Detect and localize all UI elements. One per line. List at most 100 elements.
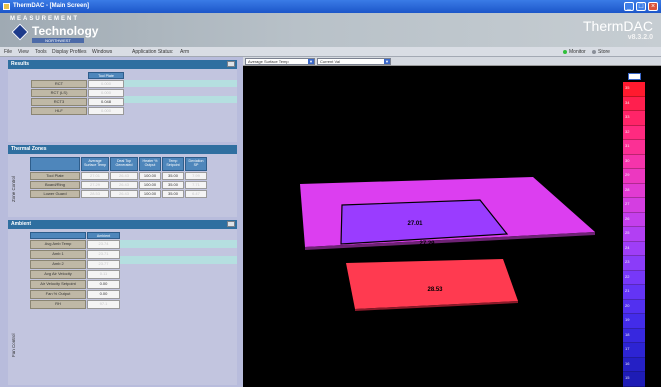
thermal-cell[interactable]: 35.00 <box>162 172 184 180</box>
legend-tick-label: 17 <box>625 346 630 352</box>
window-title: ThermDAC - [Main Screen] <box>13 3 90 9</box>
thermal-cell[interactable]: 35.00 <box>162 181 184 189</box>
results-band <box>124 80 237 87</box>
ambient-row-label: Avg Air Velocity <box>30 270 86 279</box>
ambient-corner-header <box>30 232 86 239</box>
app-status-label: Application Status: <box>132 49 174 55</box>
ambient-row-value: 23.74 <box>87 240 120 249</box>
ambient-band <box>120 256 237 264</box>
close-button[interactable]: × <box>648 2 658 11</box>
board-ring-temp-label: 27.29 <box>419 241 435 247</box>
legend-tick-label: 20 <box>625 302 630 308</box>
legend-tick-label: 33 <box>625 114 630 120</box>
ambient-column-header: Ambient <box>87 232 120 239</box>
thermal-row-label: Tool Plate <box>30 172 80 180</box>
thermal-cell: 26.43 <box>110 181 138 189</box>
legend-tick-label: 25 <box>625 230 630 236</box>
thermal-cell[interactable]: 100.00 <box>139 190 161 198</box>
legend-swatch: 34 <box>623 96 645 112</box>
legend-tick-label: 21 <box>625 288 630 294</box>
legend-tick-label: 34 <box>625 99 630 105</box>
menu-item-file[interactable]: File <box>4 49 12 55</box>
thermal-cell[interactable]: 100.00 <box>139 172 161 180</box>
menu-item-tools[interactable]: Tools <box>35 49 47 55</box>
logo-top-text: MEASUREMENT <box>10 16 80 22</box>
thermal-cell: 6.47 <box>185 190 207 198</box>
plate-scene: 27.01 27.29 28.53 <box>300 177 595 311</box>
lower-guard-plate <box>346 259 518 309</box>
logo-name: Technology <box>32 24 99 38</box>
value-mode-select[interactable]: Current Val ▼ <box>317 58 391 65</box>
menu-item-display-profiles[interactable]: Display Profiles <box>52 49 86 55</box>
legend-swatch: 26 <box>623 212 645 228</box>
zone-control-label: Zone Control <box>11 175 16 202</box>
monitor-toggle[interactable]: Monitor <box>569 49 586 55</box>
results-row-label: HLF <box>31 107 87 115</box>
results-header: Results <box>8 60 237 69</box>
thermal-cell: 7.99 <box>185 172 207 180</box>
results-row-value: 0.000 <box>88 107 124 115</box>
legend-tick-label: 18 <box>625 331 630 337</box>
legend-settings-box[interactable] <box>628 73 641 80</box>
air-velocity-setpoint-field[interactable]: 0.00 <box>87 280 120 289</box>
ambient-section: Ambient Fan Control Ambient Avg Amb Temp… <box>8 220 237 385</box>
legend-tick-label: 29 <box>625 172 630 178</box>
thermal-zones-body: Zone Control Average Surface Temp Deal T… <box>8 154 237 217</box>
legend-swatch: 20 <box>623 299 645 315</box>
legend-swatch: 21 <box>623 285 645 300</box>
fan-output-field[interactable]: 0.00 <box>87 290 120 299</box>
left-panel: Results Tool Plate RCT 0.000 RCT (LS) 0.… <box>0 57 243 387</box>
legend-swatch: 35 <box>623 82 645 97</box>
legend-tick-label: 32 <box>625 128 630 134</box>
thermal-row-label: Lower Guard <box>30 190 80 198</box>
thermal-cell[interactable]: 35.00 <box>162 190 184 198</box>
value-mode-value: Current Val <box>320 59 340 64</box>
legend-swatch: 33 <box>623 111 645 126</box>
menu-item-windows[interactable]: Windows <box>92 49 112 55</box>
display-variable-select[interactable]: Average Surface Temp ▼ <box>245 58 315 65</box>
thermal-cell[interactable]: 100.00 <box>139 181 161 189</box>
chevron-down-icon: ▼ <box>308 59 314 64</box>
ambient-pin-icon[interactable] <box>227 221 235 227</box>
legend-tick-label: 27 <box>625 201 630 207</box>
thermal-column-header: Heater % Output <box>139 157 161 171</box>
thermal-column-header: Temp Setpoint <box>162 157 184 171</box>
app-icon <box>3 3 10 10</box>
results-column-header: Tool Plate <box>88 72 124 79</box>
menu-item-view[interactable]: View <box>18 49 29 55</box>
maximize-button[interactable]: □ <box>636 2 646 11</box>
store-toggle[interactable]: Store <box>598 49 610 55</box>
results-band <box>124 96 237 103</box>
chevron-down-icon: ▼ <box>384 59 390 64</box>
legend-tick-label: 16 <box>625 360 630 366</box>
product-brand: ThermDAC v8.3.2.0 <box>583 18 653 41</box>
results-section: Results Tool Plate RCT 0.000 RCT (LS) 0.… <box>8 60 237 142</box>
company-logo: MEASUREMENT Technology NORTHWEST <box>10 16 110 44</box>
legend-tick-label: 23 <box>625 259 630 265</box>
thermal-zones-title: Thermal Zones <box>11 146 47 152</box>
product-name: ThermDAC <box>582 18 653 34</box>
legend-swatch: 22 <box>623 270 645 286</box>
legend-swatch: 28 <box>623 183 645 199</box>
thermal-column-header: Deal Top Generated <box>110 157 138 171</box>
results-title: Results <box>11 61 30 67</box>
lower-guard-temp-label: 28.53 <box>427 287 443 293</box>
thermal-row-label: Board/Ring <box>30 181 80 189</box>
display-variable-value: Average Surface Temp <box>248 59 289 64</box>
results-body: Tool Plate RCT 0.000 RCT (LS) 0.000 RCT3… <box>8 69 237 142</box>
ambient-header: Ambient <box>8 220 237 229</box>
legend-tick-label: 24 <box>625 244 630 250</box>
ambient-row-label: RH <box>30 300 86 309</box>
legend-swatch: 16 <box>623 357 645 373</box>
results-row-value: 0.000 <box>88 89 124 97</box>
ambient-row-label: Amb 2 <box>30 260 86 269</box>
results-pin-icon[interactable] <box>227 61 235 67</box>
thermal-zones-section: Thermal Zones Zone Control Average Surfa… <box>8 145 237 217</box>
logo-sub: NORTHWEST <box>32 38 84 43</box>
minimize-button[interactable]: _ <box>624 2 634 11</box>
ambient-row-value: 0.11 <box>87 270 120 279</box>
ambient-row-label: Avg Amb Temp <box>30 240 86 249</box>
fan-control-label: Fan Control <box>11 333 16 357</box>
thermal-3d-viewer[interactable]: Average Surface Temp ▼ Current Val ▼ 27.… <box>243 57 661 387</box>
ambient-band <box>120 240 237 248</box>
